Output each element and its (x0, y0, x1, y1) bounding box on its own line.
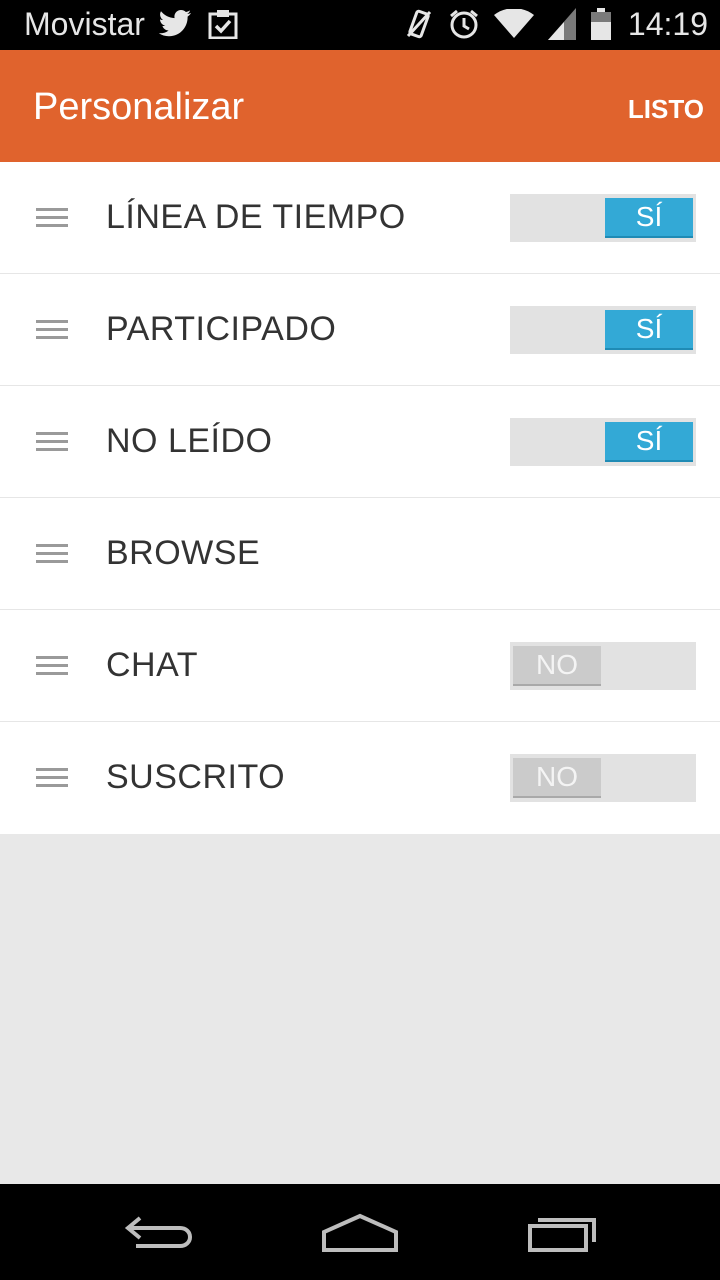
battery-icon (590, 8, 612, 45)
home-icon[interactable] (320, 1212, 400, 1256)
vibrate-off-icon (404, 8, 434, 45)
recents-icon[interactable] (524, 1212, 604, 1256)
list-item: CHAT NO (0, 610, 720, 722)
drag-handle-icon[interactable] (36, 432, 68, 452)
page-title: Personalizar (33, 86, 245, 128)
list-item: NO LEÍDO SÍ (0, 386, 720, 498)
drag-handle-icon[interactable] (36, 656, 68, 676)
toggle-state-label: NO (513, 758, 601, 798)
drag-handle-icon[interactable] (36, 208, 68, 228)
clock: 14:19 (627, 6, 708, 42)
row-label: PARTICIPADO (106, 310, 337, 348)
carrier-name: Movistar (24, 6, 145, 42)
list-item: SUSCRITO NO (0, 722, 720, 834)
toggle-switch[interactable]: NO (510, 754, 696, 802)
toggle-switch[interactable]: SÍ (510, 194, 696, 242)
toggle-state-label: SÍ (605, 310, 693, 350)
toggle-switch[interactable]: SÍ (510, 418, 696, 466)
app-bar: Personalizar LISTO (0, 50, 720, 162)
list-item: BROWSE (0, 498, 720, 610)
back-icon[interactable] (120, 1212, 200, 1256)
tab-customize-list: LÍNEA DE TIEMPO SÍ PARTICIPADO SÍ NO LEÍ… (0, 162, 720, 834)
toggle-state-label: SÍ (605, 422, 693, 462)
status-bar: Movistar 14:19 (0, 0, 720, 50)
toggle-state-label: SÍ (605, 198, 693, 238)
alarm-icon (448, 8, 480, 45)
drag-handle-icon[interactable] (36, 544, 68, 564)
twitter-icon (158, 9, 192, 44)
drag-handle-icon[interactable] (36, 320, 68, 340)
toggle-switch[interactable]: NO (510, 642, 696, 690)
row-label: CHAT (106, 646, 199, 684)
drag-handle-icon[interactable] (36, 768, 68, 788)
toggle-switch[interactable]: SÍ (510, 306, 696, 354)
wifi-icon (494, 8, 534, 44)
row-label: LÍNEA DE TIEMPO (106, 198, 406, 236)
clipboard-check-icon (208, 9, 238, 44)
row-label: SUSCRITO (106, 758, 286, 796)
done-button[interactable]: LISTO (628, 94, 704, 125)
row-label: NO LEÍDO (106, 422, 273, 460)
toggle-state-label: NO (513, 646, 601, 686)
signal-icon (548, 8, 576, 45)
navigation-bar (0, 1184, 720, 1280)
list-item: LÍNEA DE TIEMPO SÍ (0, 162, 720, 274)
list-item: PARTICIPADO SÍ (0, 274, 720, 386)
row-label: BROWSE (106, 534, 261, 572)
